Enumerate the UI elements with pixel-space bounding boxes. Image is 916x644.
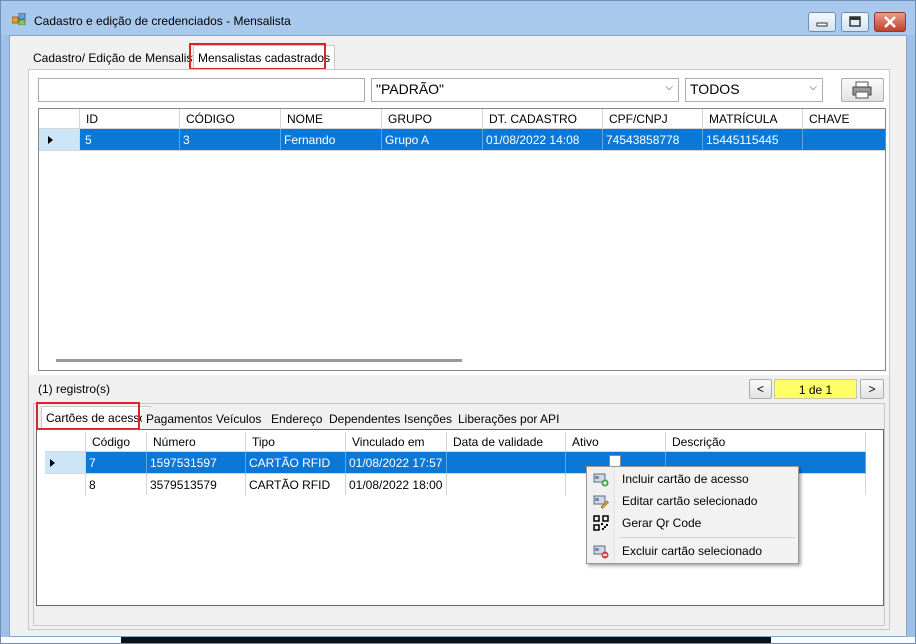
- minimize-button[interactable]: [808, 12, 836, 32]
- group-select[interactable]: "PADRÃO" ⌵: [371, 78, 679, 102]
- cell-grupo[interactable]: Grupo A: [382, 129, 483, 151]
- tab-liberacoes-api[interactable]: Liberações por API: [454, 408, 564, 430]
- row-header[interactable]: [45, 452, 86, 474]
- status-select[interactable]: TODOS ⌵: [685, 78, 823, 102]
- cell-numero[interactable]: 1597531597: [147, 452, 246, 474]
- cell-tipo[interactable]: CARTÃO RFID: [246, 452, 346, 474]
- status-select-value: TODOS: [690, 81, 740, 97]
- edit-card-icon: [593, 495, 609, 509]
- horizontal-scrollbar[interactable]: [39, 353, 885, 370]
- record-count: (1) registro(s): [38, 382, 111, 396]
- printer-icon: [852, 81, 872, 99]
- cell-cpf-cnpj[interactable]: 74543858778: [603, 129, 703, 151]
- prev-page-label: <: [756, 382, 764, 396]
- desktop-background-strip: [1, 637, 915, 643]
- column-header-vinculado-em[interactable]: Vinculado em: [346, 432, 447, 452]
- delete-card-icon: [593, 545, 609, 559]
- chevron-down-icon: ⌵: [809, 82, 817, 93]
- scrollbar-thumb[interactable]: [56, 359, 462, 362]
- tab-isencoes[interactable]: Isenções: [400, 408, 457, 430]
- tab-pagamentos[interactable]: Pagamentos: [142, 408, 218, 430]
- column-header-ativo[interactable]: Ativo: [566, 432, 666, 452]
- next-page-label: >: [868, 382, 876, 396]
- cell-tipo[interactable]: CARTÃO RFID: [246, 474, 346, 495]
- group-select-value: "PADRÃO": [376, 81, 445, 97]
- cell-codigo[interactable]: 8: [86, 474, 147, 495]
- row-header-corner: [45, 432, 86, 452]
- column-header-nome[interactable]: NOME: [281, 109, 382, 129]
- row-header-corner: [39, 109, 80, 129]
- menu-item-label: Incluir cartão de acesso: [622, 472, 749, 486]
- menu-item-gerar-qr-code[interactable]: Gerar Qr Code: [587, 512, 798, 534]
- mensalistas-grid: ID CÓDIGO NOME GRUPO DT. CADASTRO CPF/CN…: [38, 108, 886, 371]
- app-window: Cadastro e edição de credenciados - Mens…: [0, 0, 916, 644]
- column-header-codigo[interactable]: Código: [86, 432, 147, 452]
- print-button[interactable]: [841, 78, 884, 102]
- background-graphic: [121, 637, 771, 643]
- column-header-tipo[interactable]: Tipo: [246, 432, 346, 452]
- menu-item-label: Excluir cartão selecionado: [622, 544, 763, 558]
- tab-mensalistas-cadastrados[interactable]: Mensalistas cadastrados: [193, 45, 336, 70]
- window-title: Cadastro e edição de credenciados - Mens…: [34, 14, 291, 28]
- cell-chave[interactable]: [803, 129, 885, 151]
- close-button[interactable]: [874, 12, 906, 32]
- tab-cartoes-de-acesso[interactable]: Cartões de acesso: [41, 406, 152, 430]
- menu-separator: [619, 537, 795, 538]
- current-row-arrow-icon: [50, 459, 55, 467]
- cell-numero[interactable]: 3579513579: [147, 474, 246, 495]
- column-header-cpf-cnpj[interactable]: CPF/CNPJ: [603, 109, 703, 129]
- pagination-bar: (1) registro(s) < 1 de 1 >: [29, 375, 889, 403]
- column-header-numero[interactable]: Número: [147, 432, 246, 452]
- search-input[interactable]: [38, 78, 365, 102]
- prev-page-button[interactable]: <: [749, 379, 772, 399]
- menu-item-excluir-cartao[interactable]: Excluir cartão selecionado: [587, 540, 798, 562]
- title-bar: Cadastro e edição de credenciados - Mens…: [1, 1, 915, 35]
- cell-data-validade[interactable]: [447, 474, 566, 495]
- cell-codigo[interactable]: 3: [180, 129, 281, 151]
- add-card-icon: [593, 473, 609, 487]
- tab-veiculos[interactable]: Veículos: [212, 408, 266, 430]
- column-header-grupo[interactable]: GRUPO: [382, 109, 483, 129]
- cell-dt-cadastro[interactable]: 01/08/2022 14:08: [483, 129, 603, 151]
- column-header-data-validade[interactable]: Data de validade: [447, 432, 566, 452]
- qr-code-icon: [593, 515, 609, 531]
- row-header[interactable]: [45, 474, 86, 495]
- minimize-icon: [816, 22, 828, 27]
- cell-vinculado-em[interactable]: 01/08/2022 18:00: [346, 474, 447, 495]
- next-page-button[interactable]: >: [860, 379, 884, 399]
- column-header-chave[interactable]: CHAVE: [803, 109, 885, 129]
- chevron-down-icon: ⌵: [665, 82, 673, 93]
- column-header-id[interactable]: ID: [80, 109, 180, 129]
- cell-id[interactable]: 5: [80, 129, 180, 151]
- cell-matricula[interactable]: 15445115445: [703, 129, 803, 151]
- cell-nome[interactable]: Fernando: [281, 129, 382, 151]
- tab-cadastro-edicao[interactable]: Cadastro/ Edição de Mensalista: [29, 47, 207, 69]
- page-indicator: 1 de 1: [774, 379, 857, 399]
- context-menu: Incluir cartão de acesso Editar cartão s…: [586, 466, 799, 564]
- row-header[interactable]: [39, 129, 80, 151]
- menu-item-label: Editar cartão selecionado: [622, 494, 758, 508]
- maximize-button[interactable]: [841, 12, 869, 32]
- column-header-matricula[interactable]: MATRÍCULA: [703, 109, 803, 129]
- cell-data-validade[interactable]: [447, 452, 566, 474]
- tab-dependentes[interactable]: Dependentes: [325, 408, 405, 430]
- app-icon: [12, 13, 26, 25]
- cell-vinculado-em[interactable]: 01/08/2022 17:57: [346, 452, 447, 474]
- current-row-arrow-icon: [48, 136, 53, 144]
- menu-item-label: Gerar Qr Code: [622, 516, 702, 530]
- tab-endereco[interactable]: Endereço: [267, 408, 327, 430]
- column-header-descricao[interactable]: Descrição: [666, 432, 866, 452]
- column-header-dt-cadastro[interactable]: DT. CADASTRO: [483, 109, 603, 129]
- column-header-codigo[interactable]: CÓDIGO: [180, 109, 281, 129]
- menu-item-incluir-cartao[interactable]: Incluir cartão de acesso: [587, 468, 798, 490]
- menu-item-editar-cartao[interactable]: Editar cartão selecionado: [587, 490, 798, 512]
- maximize-icon: [849, 16, 861, 27]
- close-icon: [884, 16, 896, 28]
- cell-codigo[interactable]: 7: [86, 452, 147, 474]
